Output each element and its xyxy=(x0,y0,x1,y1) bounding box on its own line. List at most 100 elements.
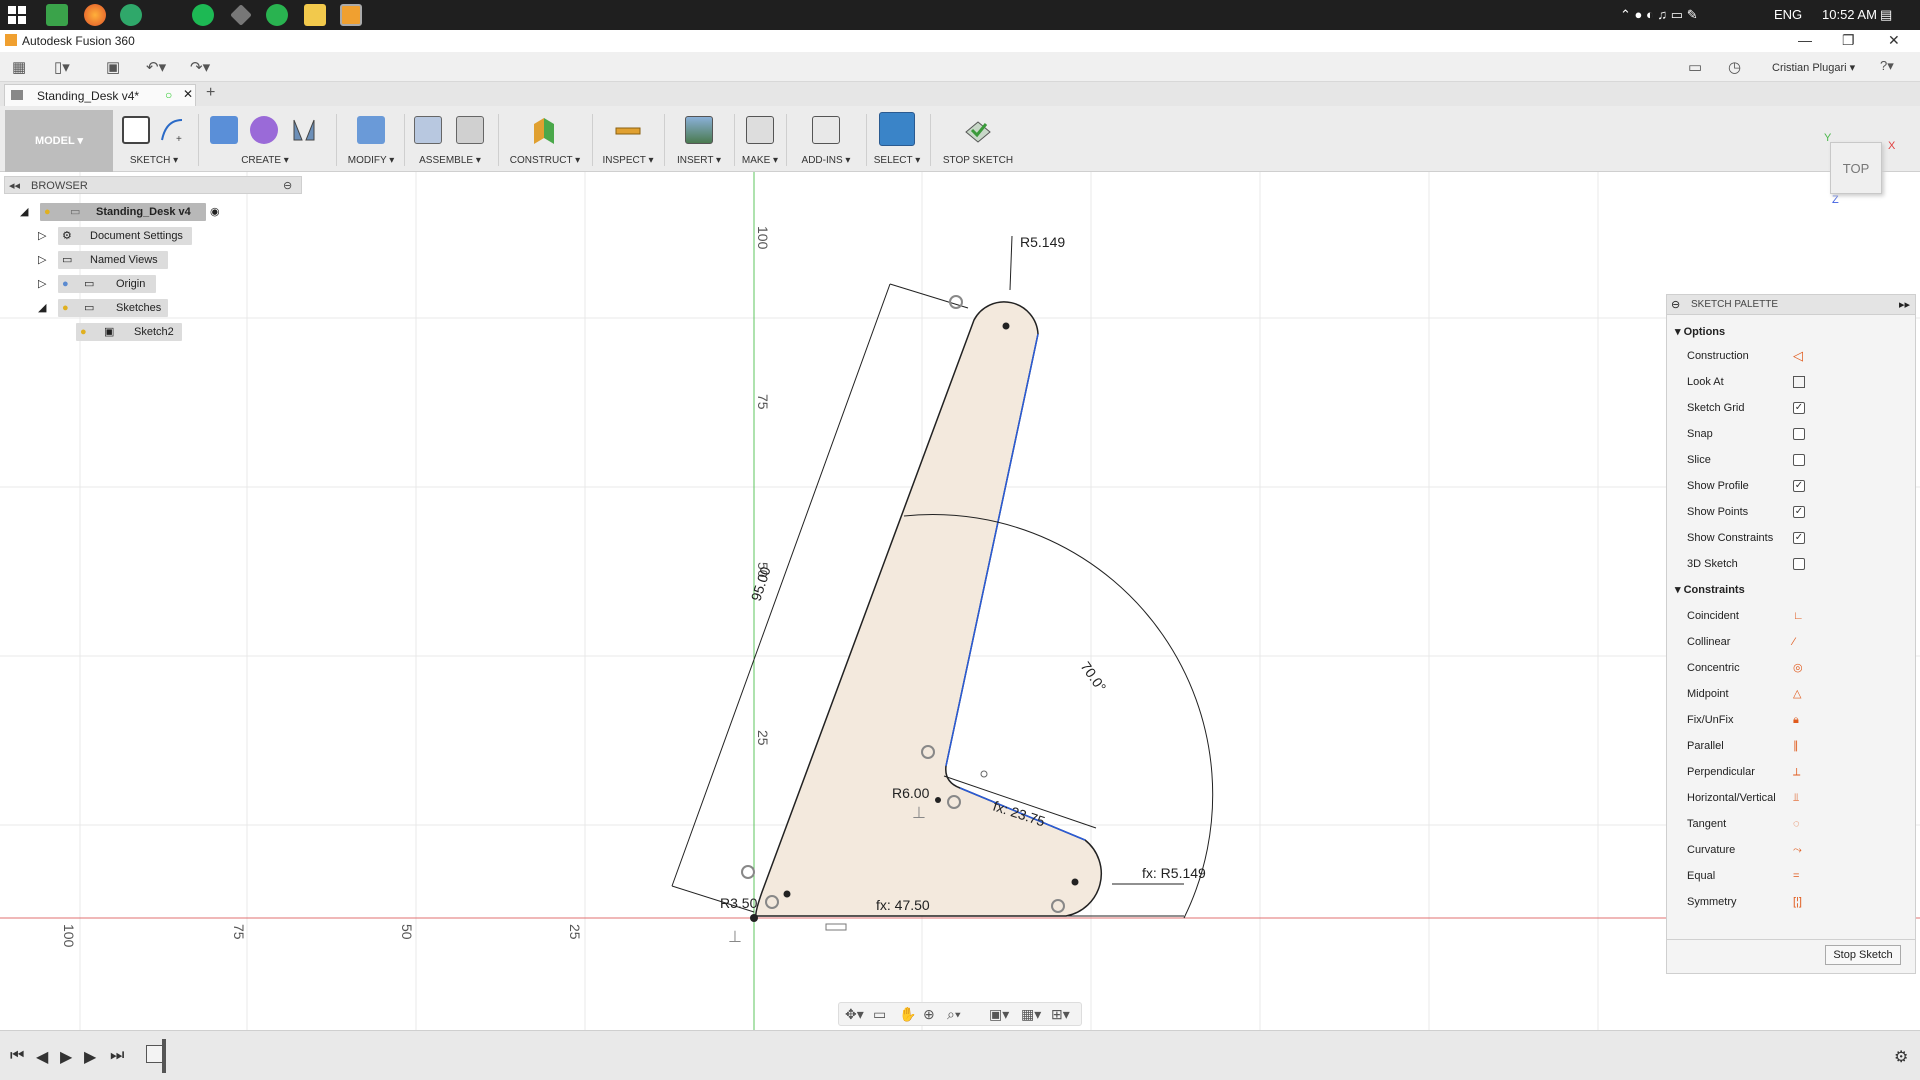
option-sketch-grid[interactable]: Sketch Grid ✓ xyxy=(1677,397,1907,419)
arc-icon[interactable]: + xyxy=(158,116,186,145)
file-explorer-icon[interactable] xyxy=(304,4,326,26)
dim-r-right[interactable]: fx: R5.149 xyxy=(1142,865,1206,881)
show-constraints-checkbox[interactable]: ✓ xyxy=(1793,532,1805,544)
constraint-symmetry[interactable]: Symmetry [¦] xyxy=(1677,891,1907,913)
close-tab-icon[interactable]: ✕ xyxy=(183,87,193,101)
measure-icon[interactable] xyxy=(614,116,642,144)
option-look-at[interactable]: Look At xyxy=(1677,371,1907,393)
timeline-settings-icon[interactable]: ⚙ xyxy=(1894,1047,1908,1067)
mirror-icon[interactable] xyxy=(290,116,318,144)
activate-component-icon[interactable]: ◉ xyxy=(210,203,220,221)
bulb-icon[interactable]: ● xyxy=(44,203,51,221)
tab-standing-desk[interactable]: Standing_Desk v4* ○ ✕ xyxy=(4,84,196,106)
press-pull-icon[interactable] xyxy=(357,116,385,144)
option-snap[interactable]: Snap xyxy=(1677,423,1907,445)
tree-expander[interactable]: ◢ xyxy=(38,299,46,317)
clock[interactable]: 10:52 AM xyxy=(1822,7,1877,22)
option-show-constraints[interactable]: Show Constraints ✓ xyxy=(1677,527,1907,549)
constraint-tangent[interactable]: Tangent ◌ xyxy=(1677,813,1907,835)
sketch-viewport[interactable]: 100 75 50 25 100 75 50 25 R5.149 95.00 7… xyxy=(0,172,1920,1030)
constraint-horizontal-vertical[interactable]: Horizontal/Vertical ⫫ xyxy=(1677,787,1907,809)
restore-button[interactable]: ❐ xyxy=(1842,32,1855,49)
bulb-icon[interactable]: ● xyxy=(62,299,69,317)
tree-root-label[interactable]: Standing_Desk v4 xyxy=(96,203,191,221)
constraint-midpoint[interactable]: Midpoint △ xyxy=(1677,683,1907,705)
sketch-point[interactable] xyxy=(1002,322,1010,330)
tree-item-origin[interactable]: Origin xyxy=(116,275,145,293)
create-sketch-icon[interactable] xyxy=(122,116,150,144)
extrude-icon[interactable] xyxy=(210,116,238,144)
grid-settings-icon[interactable]: ▦▾ xyxy=(1021,1006,1041,1023)
option-show-profile[interactable]: Show Profile ✓ xyxy=(1677,475,1907,497)
palette-expand-icon[interactable]: ▸▸ xyxy=(1899,298,1910,311)
coincident-icon[interactable]: ∟ xyxy=(1793,605,1805,622)
palette-header[interactable]: ⊖ SKETCH PALETTE ▸▸ xyxy=(1667,295,1915,315)
insert-group[interactable]: INSERT ▾ xyxy=(670,110,728,170)
constraints-section-toggle[interactable]: ▾ Constraints xyxy=(1675,583,1745,596)
minimize-button[interactable]: — xyxy=(1798,32,1812,48)
joint-icon[interactable] xyxy=(456,116,484,144)
constraint-collinear[interactable]: Collinear ⁄ xyxy=(1677,631,1907,653)
create-group[interactable]: CREATE ▾ xyxy=(206,110,324,170)
workspace-switcher[interactable]: MODEL ▾ xyxy=(5,110,113,172)
concentric-icon[interactable]: ◎ xyxy=(1793,657,1805,674)
redo-icon[interactable]: ↷▾ xyxy=(190,58,210,76)
tangent-icon[interactable]: ◌ xyxy=(1793,813,1805,830)
save-icon[interactable]: ▣ xyxy=(106,58,120,76)
tree-expander[interactable]: ▷ xyxy=(38,251,46,269)
curvature-icon[interactable]: ⤳ xyxy=(1793,839,1805,856)
zoom-icon[interactable]: ⊕ xyxy=(923,1006,935,1023)
make-group[interactable]: MAKE ▾ xyxy=(740,110,780,170)
job-status-icon[interactable]: ▭ xyxy=(1688,58,1702,76)
constraint-coincident[interactable]: Coincident ∟ xyxy=(1677,605,1907,627)
option-construction[interactable]: Construction ◁ xyxy=(1677,345,1907,367)
sketch-point[interactable] xyxy=(783,890,791,898)
palette-grip-icon[interactable]: ⊖ xyxy=(1671,298,1680,311)
language-indicator[interactable]: ENG xyxy=(1774,7,1802,22)
stop-sketch-icon[interactable] xyxy=(964,116,992,144)
select-group[interactable]: SELECT ▾ xyxy=(872,110,922,170)
user-account-menu[interactable]: Cristian Plugari ▾ xyxy=(1772,61,1855,74)
stop-sketch-group[interactable]: STOP SKETCH xyxy=(936,110,1020,170)
3d-sketch-checkbox[interactable] xyxy=(1793,558,1805,570)
display-settings-icon[interactable]: ▣▾ xyxy=(989,1006,1009,1023)
option-show-points[interactable]: Show Points ✓ xyxy=(1677,501,1907,523)
fusion-taskbar-icon[interactable] xyxy=(340,4,362,26)
dim-r-top[interactable]: R5.149 xyxy=(1020,234,1065,250)
collinear-icon[interactable]: ⁄ xyxy=(1793,631,1805,648)
timeline-marker[interactable] xyxy=(162,1039,166,1073)
tree-item-sketch2[interactable]: Sketch2 xyxy=(134,323,174,341)
constraint-concentric[interactable]: Concentric ◎ xyxy=(1677,657,1907,679)
fit-icon[interactable]: ⌕▾ xyxy=(947,1006,961,1023)
dim-r-left[interactable]: R3.50 xyxy=(720,895,758,911)
design-canvas[interactable]: 100 75 50 25 100 75 50 25 R5.149 95.00 7… xyxy=(0,172,1920,1030)
dim-fillet[interactable]: R6.00 xyxy=(892,785,930,801)
sketch-group[interactable]: + SKETCH ▾ xyxy=(118,110,190,170)
horizontal-vertical-icon[interactable]: ⫫ xyxy=(1793,787,1805,804)
sketch-point[interactable] xyxy=(935,797,941,803)
timeline-prev-icon[interactable]: ◀ xyxy=(36,1047,48,1067)
tree-item-document-settings[interactable]: Document Settings xyxy=(90,227,183,245)
close-button[interactable]: ✕ xyxy=(1888,32,1900,49)
tree-expander[interactable]: ▷ xyxy=(38,275,46,293)
new-tab-icon[interactable]: + xyxy=(206,84,215,102)
sketch-profile[interactable] xyxy=(755,301,1102,917)
3d-print-icon[interactable] xyxy=(746,116,774,144)
midpoint-icon[interactable]: △ xyxy=(1793,683,1805,700)
sketch-grid-checkbox[interactable]: ✓ xyxy=(1793,402,1805,414)
file-menu-icon[interactable]: ▯▾ xyxy=(54,58,70,76)
bulb-icon[interactable]: ● xyxy=(80,323,87,341)
messenger-icon[interactable] xyxy=(266,4,288,26)
firefox-icon[interactable] xyxy=(84,4,106,26)
assemble-group[interactable]: ASSEMBLE ▾ xyxy=(410,110,490,170)
option-slice[interactable]: Slice xyxy=(1677,449,1907,471)
spotify-icon[interactable] xyxy=(192,4,214,26)
orbit-icon[interactable]: ✥▾ xyxy=(845,1006,864,1023)
tree-expander-root[interactable]: ◢ xyxy=(20,203,28,221)
data-panel-grid-icon[interactable]: ▦ xyxy=(12,58,26,76)
stop-sketch-button[interactable]: Stop Sketch xyxy=(1825,945,1901,965)
pan-icon[interactable]: ✋ xyxy=(899,1006,916,1023)
timeline-start-icon[interactable]: ⏮ xyxy=(10,1047,24,1065)
windows-start-icon[interactable] xyxy=(8,6,26,24)
new-component-icon[interactable] xyxy=(414,116,442,144)
